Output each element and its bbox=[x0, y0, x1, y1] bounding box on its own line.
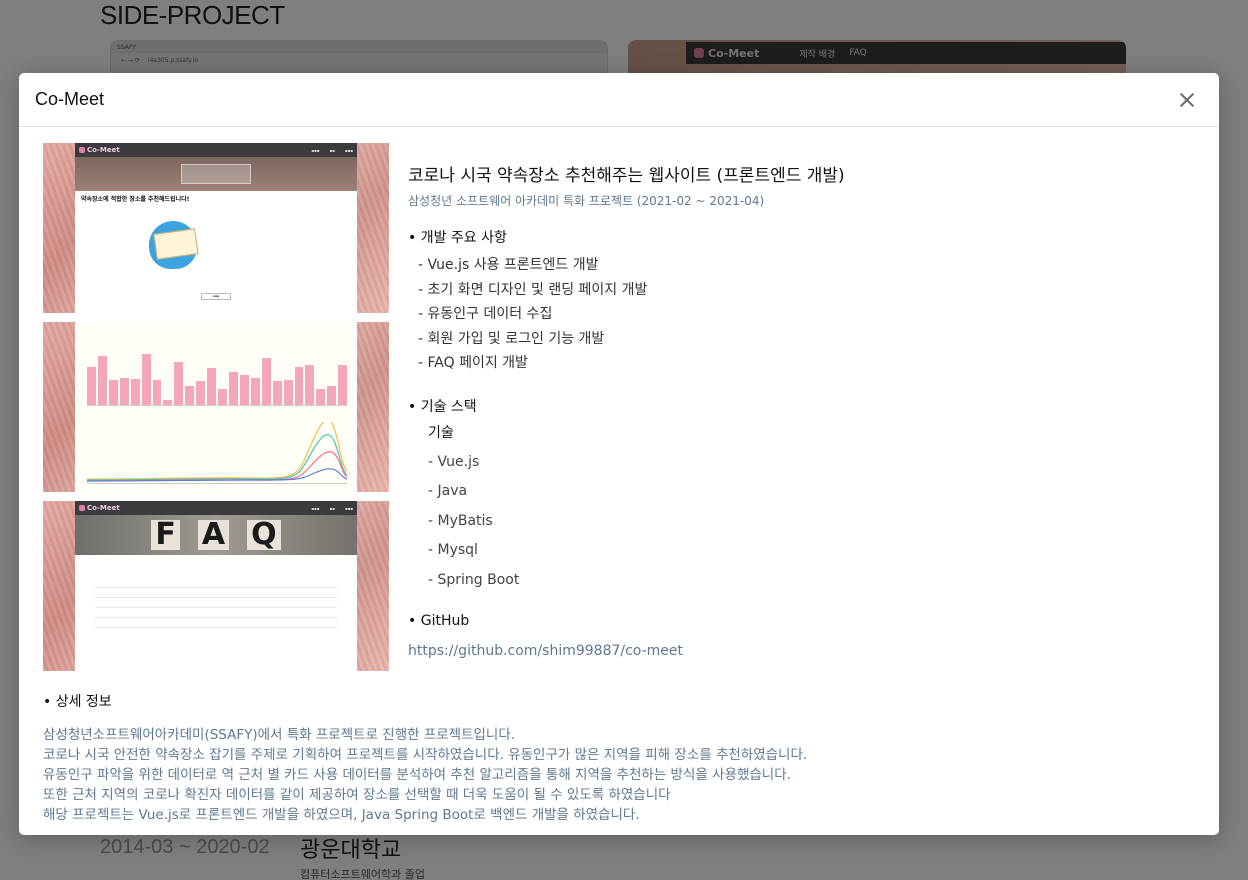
app-logo: Co-Meet bbox=[79, 146, 120, 154]
project-modal: Co-Meet Co-Meet ▪▪▪ ▪▪ ▪▪▪ 약속장소에 적합한 장소를 추… bbox=[19, 73, 1219, 835]
app-window bbox=[75, 322, 357, 492]
line-chart-thumbnail bbox=[87, 422, 347, 484]
stack-item: - MyBatis bbox=[428, 512, 493, 529]
dev-item: - 초기 화면 디자인 및 랜딩 페이지 개발 bbox=[418, 281, 648, 298]
app-window: Co-Meet ▪▪▪ ▪▪ ▪▪▪ F A Q bbox=[75, 501, 357, 671]
dev-list: - Vue.js 사용 프론트엔드 개발 - 초기 화면 디자인 및 랜딩 페이… bbox=[408, 253, 1188, 376]
dev-item: - FAQ 페이지 개발 bbox=[418, 355, 528, 371]
detail-line: 코로나 시국 안전한 약속장소 잡기를 주제로 기획하여 프로젝트를 시작하였습… bbox=[43, 747, 808, 763]
app-navbar: Co-Meet ▪▪▪ ▪▪ ▪▪▪ bbox=[75, 143, 357, 157]
github-section-title: GitHub bbox=[408, 613, 1188, 629]
faq-letter: A bbox=[197, 520, 230, 550]
project-info: 코로나 시국 약속장소 추천해주는 웹사이트 (프론트엔드 개발) 삼성청년 소… bbox=[408, 161, 1188, 659]
stack-section-title: 기술 스택 bbox=[408, 396, 1188, 416]
dev-section-title: 개발 주요 사항 bbox=[408, 227, 1188, 247]
project-subtitle: 삼성청년 소프트웨어 아카데미 특화 프로젝트 (2021-02 ~ 2021-… bbox=[408, 194, 765, 208]
app-window: Co-Meet ▪▪▪ ▪▪ ▪▪▪ 약속장소에 적합한 장소를 추천해드립니다! … bbox=[75, 143, 357, 313]
dev-item: - 유동인구 데이터 수집 bbox=[418, 306, 553, 322]
logo-icon bbox=[79, 147, 85, 153]
modal-header: Co-Meet bbox=[19, 73, 1219, 127]
stack-item: - Spring Boot bbox=[428, 571, 520, 588]
stack-heading: 기술 bbox=[428, 424, 454, 441]
faq-letter: Q bbox=[247, 520, 281, 550]
detail-line: 해당 프로젝트는 Vue.js로 프론트엔드 개발을 하였으며, Java Sp… bbox=[43, 807, 640, 823]
dev-item: - 회원 가입 및 로그인 기능 개발 bbox=[418, 330, 605, 347]
faq-letter: F bbox=[151, 520, 180, 550]
detail-line: 삼성청년소프트웨어아카데미(SSAFY)에서 특화 프로젝트로 진행한 프로젝트… bbox=[43, 727, 516, 743]
detail-line: 또한 근처 지역의 코로나 확진자 데이터를 같이 제공하여 장소를 선택할 때… bbox=[43, 787, 671, 803]
github-link[interactable]: https://github.com/shim99887/co-meet bbox=[408, 643, 683, 659]
faq-hero: F A Q bbox=[75, 515, 357, 555]
stack-item: - Vue.js bbox=[428, 453, 480, 470]
screenshot-landing: Co-Meet ▪▪▪ ▪▪ ▪▪▪ 약속장소에 적합한 장소를 추천해드립니다! … bbox=[43, 143, 389, 313]
stack-item: - Java bbox=[428, 483, 468, 499]
hero-banner bbox=[75, 157, 357, 191]
detail-section-title: 상세 정보 bbox=[43, 691, 1203, 711]
stack-item: - Mysql bbox=[428, 542, 478, 558]
screenshot-charts bbox=[43, 322, 389, 492]
landing-heading: 약속장소에 적합한 장소를 추천해드립니다! bbox=[81, 196, 190, 203]
landing-button: ▪▪▪ bbox=[201, 293, 231, 300]
logo-icon bbox=[79, 505, 85, 511]
close-icon[interactable] bbox=[1175, 88, 1199, 112]
dev-item: - Vue.js 사용 프론트엔드 개발 bbox=[418, 257, 599, 273]
app-logo: Co-Meet bbox=[79, 504, 120, 512]
detail-line: 유동인구 파악을 위한 데이터로 역 근처 별 카드 사용 데이터를 분석하여 … bbox=[43, 767, 791, 783]
modal-title: Co-Meet bbox=[35, 89, 105, 109]
screenshot-faq: Co-Meet ▪▪▪ ▪▪ ▪▪▪ F A Q bbox=[43, 501, 389, 671]
app-navbar: Co-Meet ▪▪▪ ▪▪ ▪▪▪ bbox=[75, 501, 357, 515]
project-title: 코로나 시국 약속장소 추천해주는 웹사이트 (프론트엔드 개발) bbox=[408, 166, 845, 186]
bar-chart-thumbnail bbox=[87, 350, 348, 406]
detail-section: 상세 정보 삼성청년소프트웨어아카데미(SSAFY)에서 특화 프로젝트로 진행… bbox=[43, 691, 1203, 825]
stack-list: - Vue.js - Java - MyBatis - Mysql - Spri… bbox=[408, 448, 1188, 596]
screenshot-gallery: Co-Meet ▪▪▪ ▪▪ ▪▪▪ 약속장소에 적합한 장소를 추천해드립니다! … bbox=[43, 143, 389, 680]
